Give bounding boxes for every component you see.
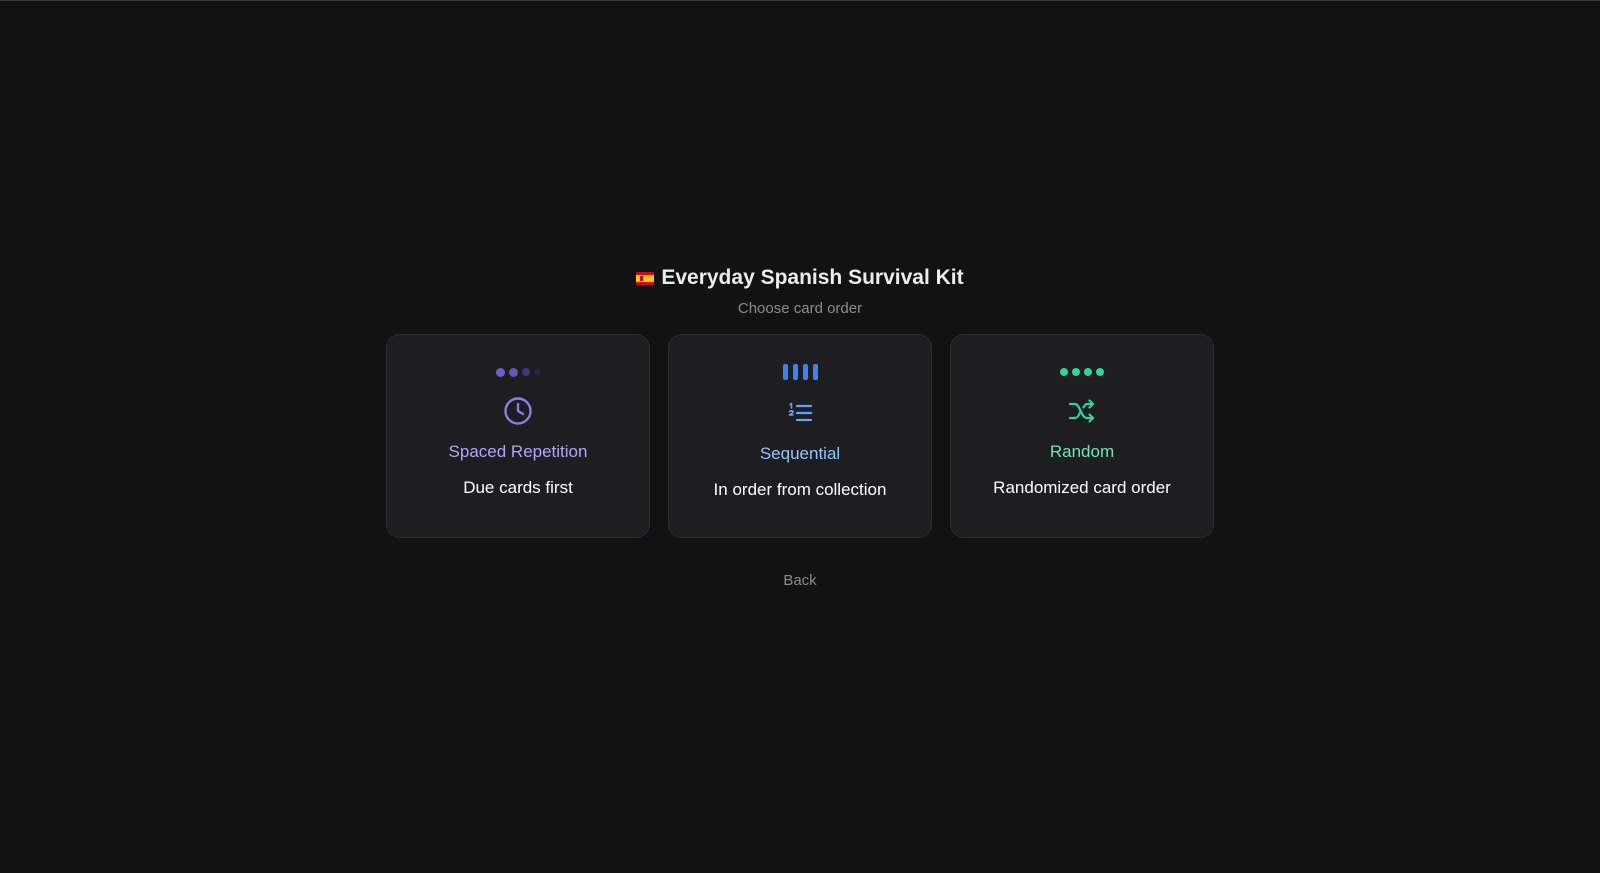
indicator-dot bbox=[496, 367, 505, 377]
indicator-dot bbox=[509, 367, 518, 377]
deck-title-text: Everyday Spanish Survival Kit bbox=[661, 266, 964, 289]
order-selection-panel: Everyday Spanish Survival Kit Choose car… bbox=[0, 262, 1600, 589]
order-options: Spaced Repetition Due cards first Sequen… bbox=[386, 334, 1214, 538]
random-option[interactable]: Random Randomized card order bbox=[950, 334, 1214, 538]
indicator-bar bbox=[812, 364, 818, 380]
indicator-dot bbox=[522, 368, 530, 376]
sequential-title: Sequential bbox=[759, 444, 841, 463]
indicator-bar bbox=[782, 364, 788, 380]
page-subtitle: Choose card order bbox=[737, 300, 863, 317]
spaced-repetition-indicator bbox=[496, 366, 540, 378]
spaced-repetition-description: Due cards first bbox=[463, 478, 573, 497]
numbered-list-icon bbox=[784, 397, 816, 429]
indicator-dot bbox=[1084, 368, 1092, 376]
spain-flag-icon bbox=[636, 271, 655, 285]
random-indicator bbox=[1060, 366, 1104, 378]
random-title: Random bbox=[1049, 442, 1115, 461]
indicator-dot bbox=[1060, 368, 1068, 376]
clock-icon bbox=[502, 395, 534, 427]
random-description: Randomized card order bbox=[993, 478, 1171, 497]
sequential-option[interactable]: Sequential In order from collection bbox=[668, 334, 932, 538]
indicator-dot bbox=[1096, 368, 1104, 376]
spaced-repetition-title: Spaced Repetition bbox=[448, 442, 588, 461]
window-top-border bbox=[0, 0, 1600, 1]
indicator-dot bbox=[1072, 368, 1080, 376]
sequential-indicator bbox=[782, 364, 818, 380]
deck-title: Everyday Spanish Survival Kit bbox=[636, 262, 964, 294]
sequential-description: In order from collection bbox=[713, 480, 887, 499]
back-button[interactable]: Back bbox=[783, 572, 816, 589]
shuffle-icon bbox=[1066, 395, 1098, 427]
indicator-bar bbox=[792, 364, 798, 380]
indicator-dot bbox=[534, 369, 540, 375]
spaced-repetition-option[interactable]: Spaced Repetition Due cards first bbox=[386, 334, 650, 538]
indicator-bar bbox=[802, 364, 808, 380]
